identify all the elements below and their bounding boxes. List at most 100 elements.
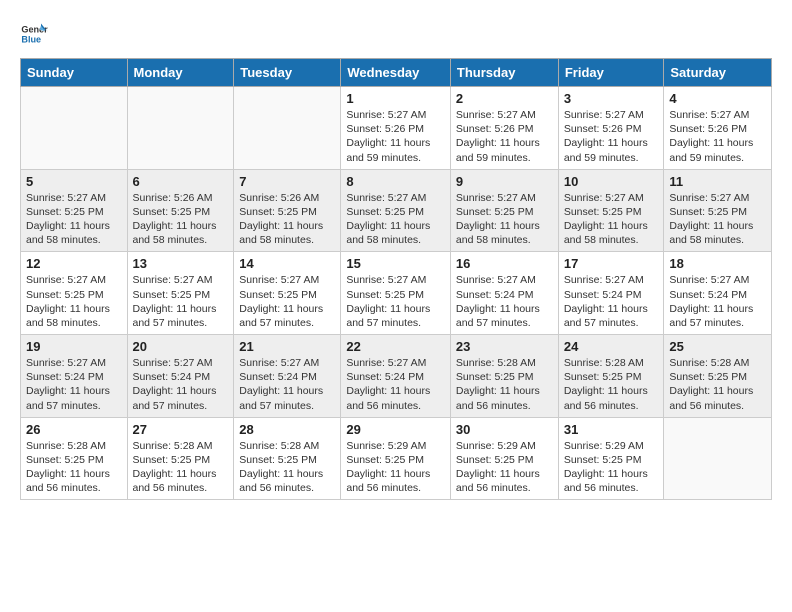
header-row: SundayMondayTuesdayWednesdayThursdayFrid… (21, 59, 772, 87)
day-info: Sunrise: 5:27 AM Sunset: 5:24 PM Dayligh… (239, 356, 335, 413)
calendar-cell: 25 Sunrise: 5:28 AM Sunset: 5:25 PM Dayli… (664, 335, 772, 418)
day-info: Sunrise: 5:28 AM Sunset: 5:25 PM Dayligh… (239, 439, 335, 496)
svg-text:General: General (21, 25, 48, 35)
day-info: Sunrise: 5:28 AM Sunset: 5:25 PM Dayligh… (564, 356, 659, 413)
calendar-week-4: 19 Sunrise: 5:27 AM Sunset: 5:24 PM Dayli… (21, 335, 772, 418)
calendar-week-3: 12Sunrise: 5:27 AM Sunset: 5:25 PM Dayli… (21, 252, 772, 335)
day-number: 4 (669, 91, 766, 106)
calendar-cell: 8 Sunrise: 5:27 AM Sunset: 5:25 PM Daylig… (341, 169, 451, 252)
calendar-cell: 2 Sunrise: 5:27 AM Sunset: 5:26 PM Daylig… (450, 87, 558, 170)
header-day-saturday: Saturday (664, 59, 772, 87)
day-number: 2 (456, 91, 553, 106)
day-number: 21 (239, 339, 335, 354)
calendar-cell: 27Sunrise: 5:28 AM Sunset: 5:25 PM Dayli… (127, 417, 234, 500)
calendar-cell: 22Sunrise: 5:27 AM Sunset: 5:24 PM Dayli… (341, 335, 451, 418)
day-info: Sunrise: 5:26 AM Sunset: 5:25 PM Dayligh… (239, 191, 335, 248)
day-info: Sunrise: 5:28 AM Sunset: 5:25 PM Dayligh… (669, 356, 766, 413)
day-number: 29 (346, 422, 445, 437)
day-info: Sunrise: 5:28 AM Sunset: 5:25 PM Dayligh… (26, 439, 122, 496)
calendar-cell: 5 Sunrise: 5:27 AM Sunset: 5:25 PM Daylig… (21, 169, 128, 252)
calendar-week-1: 1 Sunrise: 5:27 AM Sunset: 5:26 PM Daylig… (21, 87, 772, 170)
calendar-cell: 20Sunrise: 5:27 AM Sunset: 5:24 PM Dayli… (127, 335, 234, 418)
calendar-cell: 11Sunrise: 5:27 AM Sunset: 5:25 PM Dayli… (664, 169, 772, 252)
day-info: Sunrise: 5:29 AM Sunset: 5:25 PM Dayligh… (564, 439, 659, 496)
calendar-cell: 18 Sunrise: 5:27 AM Sunset: 5:24 PM Dayli… (664, 252, 772, 335)
day-info: Sunrise: 5:27 AM Sunset: 5:26 PM Dayligh… (564, 108, 659, 165)
day-number: 5 (26, 174, 122, 189)
day-info: Sunrise: 5:27 AM Sunset: 5:25 PM Dayligh… (239, 273, 335, 330)
day-info: Sunrise: 5:27 AM Sunset: 5:26 PM Dayligh… (669, 108, 766, 165)
day-number: 7 (239, 174, 335, 189)
calendar-cell: 30Sunrise: 5:29 AM Sunset: 5:25 PM Dayli… (450, 417, 558, 500)
day-number: 25 (669, 339, 766, 354)
day-number: 1 (346, 91, 445, 106)
calendar-cell: 15 Sunrise: 5:27 AM Sunset: 5:25 PM Dayli… (341, 252, 451, 335)
calendar-cell: 19 Sunrise: 5:27 AM Sunset: 5:24 PM Dayli… (21, 335, 128, 418)
day-info: Sunrise: 5:27 AM Sunset: 5:25 PM Dayligh… (456, 191, 553, 248)
day-number: 8 (346, 174, 445, 189)
day-number: 10 (564, 174, 659, 189)
page-header: General Blue (20, 20, 772, 48)
calendar-cell: 7 Sunrise: 5:26 AM Sunset: 5:25 PM Daylig… (234, 169, 341, 252)
day-number: 18 (669, 256, 766, 271)
day-info: Sunrise: 5:29 AM Sunset: 5:25 PM Dayligh… (456, 439, 553, 496)
day-info: Sunrise: 5:27 AM Sunset: 5:24 PM Dayligh… (564, 273, 659, 330)
calendar-cell (664, 417, 772, 500)
calendar-cell: 26Sunrise: 5:28 AM Sunset: 5:25 PM Dayli… (21, 417, 128, 500)
day-info: Sunrise: 5:27 AM Sunset: 5:24 PM Dayligh… (26, 356, 122, 413)
calendar-cell: 28 Sunrise: 5:28 AM Sunset: 5:25 PM Dayli… (234, 417, 341, 500)
calendar-week-2: 5 Sunrise: 5:27 AM Sunset: 5:25 PM Daylig… (21, 169, 772, 252)
day-number: 19 (26, 339, 122, 354)
day-number: 11 (669, 174, 766, 189)
calendar-header: SundayMondayTuesdayWednesdayThursdayFrid… (21, 59, 772, 87)
day-info: Sunrise: 5:27 AM Sunset: 5:26 PM Dayligh… (346, 108, 445, 165)
day-info: Sunrise: 5:27 AM Sunset: 5:24 PM Dayligh… (133, 356, 229, 413)
day-info: Sunrise: 5:27 AM Sunset: 5:24 PM Dayligh… (669, 273, 766, 330)
calendar-cell (234, 87, 341, 170)
calendar-cell: 17 Sunrise: 5:27 AM Sunset: 5:24 PM Dayli… (558, 252, 664, 335)
day-number: 15 (346, 256, 445, 271)
svg-text:Blue: Blue (21, 34, 41, 44)
day-info: Sunrise: 5:27 AM Sunset: 5:26 PM Dayligh… (456, 108, 553, 165)
calendar-cell (127, 87, 234, 170)
calendar-cell: 14 Sunrise: 5:27 AM Sunset: 5:25 PM Dayli… (234, 252, 341, 335)
header-day-thursday: Thursday (450, 59, 558, 87)
day-number: 28 (239, 422, 335, 437)
day-number: 23 (456, 339, 553, 354)
header-day-sunday: Sunday (21, 59, 128, 87)
day-number: 9 (456, 174, 553, 189)
day-info: Sunrise: 5:29 AM Sunset: 5:25 PM Dayligh… (346, 439, 445, 496)
calendar-cell: 9 Sunrise: 5:27 AM Sunset: 5:25 PM Daylig… (450, 169, 558, 252)
header-day-tuesday: Tuesday (234, 59, 341, 87)
calendar-cell: 23 Sunrise: 5:28 AM Sunset: 5:25 PM Dayli… (450, 335, 558, 418)
calendar-cell: 13Sunrise: 5:27 AM Sunset: 5:25 PM Dayli… (127, 252, 234, 335)
day-number: 24 (564, 339, 659, 354)
day-number: 14 (239, 256, 335, 271)
calendar-cell: 1 Sunrise: 5:27 AM Sunset: 5:26 PM Daylig… (341, 87, 451, 170)
day-info: Sunrise: 5:27 AM Sunset: 5:25 PM Dayligh… (26, 191, 122, 248)
day-number: 6 (133, 174, 229, 189)
day-info: Sunrise: 5:26 AM Sunset: 5:25 PM Dayligh… (133, 191, 229, 248)
calendar-cell: 31 Sunrise: 5:29 AM Sunset: 5:25 PM Dayli… (558, 417, 664, 500)
calendar-cell: 16 Sunrise: 5:27 AM Sunset: 5:24 PM Dayli… (450, 252, 558, 335)
day-info: Sunrise: 5:27 AM Sunset: 5:25 PM Dayligh… (564, 191, 659, 248)
day-info: Sunrise: 5:28 AM Sunset: 5:25 PM Dayligh… (456, 356, 553, 413)
day-info: Sunrise: 5:27 AM Sunset: 5:24 PM Dayligh… (456, 273, 553, 330)
calendar-cell: 24 Sunrise: 5:28 AM Sunset: 5:25 PM Dayli… (558, 335, 664, 418)
day-info: Sunrise: 5:27 AM Sunset: 5:25 PM Dayligh… (346, 191, 445, 248)
day-number: 16 (456, 256, 553, 271)
day-info: Sunrise: 5:27 AM Sunset: 5:25 PM Dayligh… (346, 273, 445, 330)
calendar-cell: 21 Sunrise: 5:27 AM Sunset: 5:24 PM Dayli… (234, 335, 341, 418)
day-number: 17 (564, 256, 659, 271)
calendar-cell: 3 Sunrise: 5:27 AM Sunset: 5:26 PM Daylig… (558, 87, 664, 170)
logo-icon: General Blue (20, 20, 48, 48)
logo: General Blue (20, 20, 52, 48)
header-day-friday: Friday (558, 59, 664, 87)
calendar-table: SundayMondayTuesdayWednesdayThursdayFrid… (20, 58, 772, 500)
day-number: 3 (564, 91, 659, 106)
day-info: Sunrise: 5:27 AM Sunset: 5:24 PM Dayligh… (346, 356, 445, 413)
calendar-cell: 29 Sunrise: 5:29 AM Sunset: 5:25 PM Dayli… (341, 417, 451, 500)
day-number: 13 (133, 256, 229, 271)
day-number: 31 (564, 422, 659, 437)
calendar-body: 1 Sunrise: 5:27 AM Sunset: 5:26 PM Daylig… (21, 87, 772, 500)
